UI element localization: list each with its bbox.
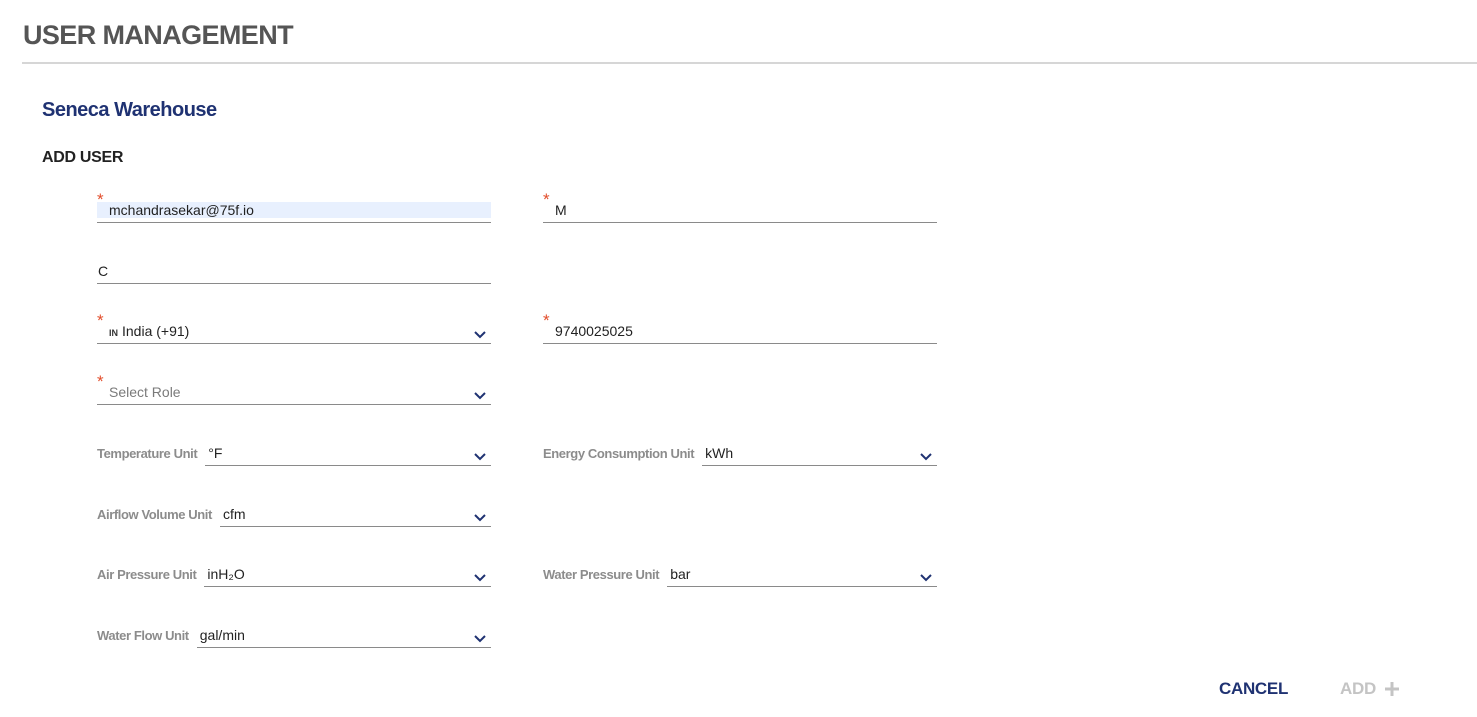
air-pressure-unit-select[interactable]: inH₂O bbox=[204, 563, 491, 587]
country-value: IN India (+91) bbox=[97, 323, 189, 343]
add-button-label: ADD bbox=[1340, 679, 1376, 698]
water-flow-unit-label: Water Flow Unit bbox=[97, 628, 189, 643]
phone-field[interactable]: * 9740025025 bbox=[543, 312, 937, 344]
title-divider bbox=[22, 62, 1477, 64]
chevron-down-icon[interactable] bbox=[473, 512, 487, 524]
first-name-field[interactable]: * M bbox=[543, 191, 937, 223]
last-name-value: C bbox=[98, 263, 109, 279]
energy-unit-select[interactable]: kWh bbox=[702, 442, 937, 466]
water-flow-unit-select[interactable]: gal/min bbox=[196, 624, 491, 648]
required-mark: * bbox=[543, 190, 550, 209]
water-pressure-unit-select[interactable]: bar bbox=[667, 563, 937, 587]
site-name: Seneca Warehouse bbox=[42, 99, 217, 121]
required-mark: * bbox=[97, 311, 104, 330]
country-label: India (+91) bbox=[122, 323, 190, 339]
temperature-unit-select[interactable]: °F bbox=[205, 442, 491, 466]
email-value: mchandrasekar@75f.io bbox=[97, 202, 491, 218]
energy-unit-row: Energy Consumption Unit kWh bbox=[543, 442, 937, 466]
cancel-button[interactable]: CANCEL bbox=[1219, 679, 1288, 699]
energy-unit-value: kWh bbox=[705, 445, 734, 461]
role-placeholder: Select Role bbox=[109, 384, 181, 400]
plus-icon bbox=[1384, 682, 1399, 696]
air-pressure-unit-label: Air Pressure Unit bbox=[97, 567, 197, 582]
role-select[interactable]: * Select Role bbox=[97, 373, 491, 405]
chevron-down-icon[interactable] bbox=[473, 572, 487, 584]
water-flow-unit-value: gal/min bbox=[199, 627, 245, 643]
air-pressure-unit-row: Air Pressure Unit inH₂O bbox=[97, 563, 491, 587]
water-pressure-unit-row: Water Pressure Unit bar bbox=[543, 563, 937, 587]
country-code: IN bbox=[109, 328, 118, 338]
chevron-down-icon[interactable] bbox=[919, 451, 933, 463]
temperature-unit-label: Temperature Unit bbox=[97, 446, 198, 461]
form-title: ADD USER bbox=[42, 149, 124, 166]
airflow-unit-value: cfm bbox=[222, 506, 246, 522]
air-pressure-unit-value: inH₂O bbox=[207, 566, 245, 582]
email-field[interactable]: * mchandrasekar@75f.io bbox=[97, 191, 491, 223]
country-select[interactable]: * IN India (+91) bbox=[97, 312, 491, 344]
required-mark: * bbox=[543, 311, 550, 330]
water-pressure-unit-value: bar bbox=[670, 566, 691, 582]
chevron-down-icon[interactable] bbox=[473, 451, 487, 463]
last-name-field[interactable]: C bbox=[97, 260, 491, 284]
water-flow-unit-row: Water Flow Unit gal/min bbox=[97, 624, 491, 648]
temperature-unit-row: Temperature Unit °F bbox=[97, 442, 491, 466]
airflow-unit-select[interactable]: cfm bbox=[219, 503, 491, 527]
add-button[interactable]: ADD bbox=[1340, 679, 1400, 699]
page-title: USER MANAGEMENT bbox=[23, 20, 294, 50]
energy-unit-label: Energy Consumption Unit bbox=[543, 446, 695, 461]
airflow-unit-label: Airflow Volume Unit bbox=[97, 507, 212, 522]
phone-value: 9740025025 bbox=[555, 323, 633, 339]
required-mark: * bbox=[97, 372, 104, 391]
chevron-down-icon[interactable] bbox=[919, 572, 933, 584]
water-pressure-unit-label: Water Pressure Unit bbox=[543, 567, 660, 582]
chevron-down-icon[interactable] bbox=[473, 390, 487, 402]
chevron-down-icon[interactable] bbox=[473, 329, 487, 341]
required-mark: * bbox=[97, 190, 104, 209]
airflow-unit-row: Airflow Volume Unit cfm bbox=[97, 503, 491, 527]
chevron-down-icon[interactable] bbox=[473, 633, 487, 645]
temperature-unit-value: °F bbox=[208, 445, 223, 461]
